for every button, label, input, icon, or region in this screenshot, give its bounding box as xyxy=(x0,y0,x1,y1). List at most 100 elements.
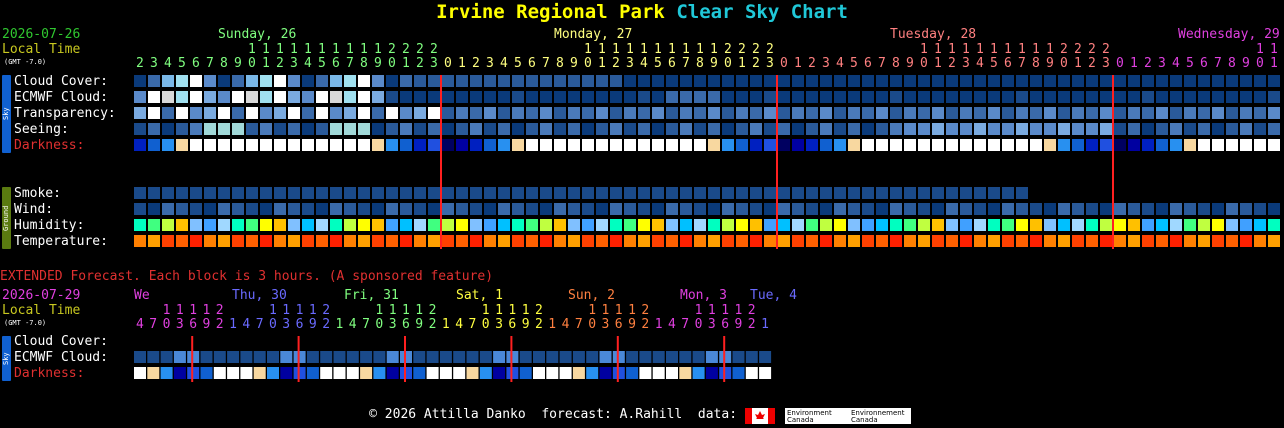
transparency-block xyxy=(1002,107,1014,119)
temperature-block xyxy=(806,235,818,247)
transparency-block xyxy=(680,107,692,119)
transparency-block xyxy=(890,107,902,119)
humidity-block xyxy=(218,219,230,231)
wind-block xyxy=(974,203,986,215)
environment-canada-logo[interactable]: Environment Canada Environnement Canada xyxy=(744,408,915,428)
temperature-block xyxy=(932,235,944,247)
ext-ecmwf-block xyxy=(519,351,532,363)
ext-darkness-block xyxy=(666,367,678,379)
wind-block xyxy=(946,203,958,215)
transparency-block xyxy=(498,107,510,119)
smoke-block xyxy=(848,187,860,199)
cloud-cover-block xyxy=(554,75,566,87)
ext-ecmwf-block xyxy=(732,351,745,363)
temperature-block xyxy=(736,235,748,247)
wind-block xyxy=(1002,203,1014,215)
ecmwf-cloud-block xyxy=(372,91,384,103)
transparency-block xyxy=(792,107,804,119)
transparency-block xyxy=(918,107,930,119)
logo-text-2: Canada xyxy=(787,416,814,424)
ext-darkness-block xyxy=(134,367,146,379)
cloud-cover-block xyxy=(260,75,272,87)
copyright: © 2026 Attilla Danko xyxy=(369,407,526,422)
seeing-block xyxy=(736,123,748,135)
cloud-cover-block xyxy=(764,75,776,87)
temperature-block xyxy=(638,235,650,247)
ext-ecmwf-block xyxy=(333,351,346,363)
ecmwf-cloud-block xyxy=(764,91,776,103)
darkness-block xyxy=(428,139,440,151)
darkness-block xyxy=(498,139,510,151)
smoke-block xyxy=(540,187,552,199)
darkness-block xyxy=(820,139,832,151)
seeing-block xyxy=(456,123,468,135)
humidity-block xyxy=(176,219,188,231)
smoke-block xyxy=(162,187,174,199)
wind-block xyxy=(960,203,972,215)
ext-ecmwf-block xyxy=(639,351,652,363)
smoke-block xyxy=(988,187,1000,199)
wind-block xyxy=(484,203,496,215)
ecmwf-cloud-block xyxy=(526,91,538,103)
ecmwf-cloud-block xyxy=(246,91,258,103)
transparency-block xyxy=(526,107,538,119)
seeing-block xyxy=(134,123,146,135)
darkness-block xyxy=(470,139,482,151)
darkness-block xyxy=(1114,139,1126,151)
humidity-block xyxy=(260,219,272,231)
temperature-block xyxy=(834,235,846,247)
seeing-block xyxy=(1156,123,1168,135)
ecmwf-cloud-block xyxy=(666,91,678,103)
ext-darkness-block xyxy=(705,367,718,379)
seeing-block xyxy=(974,123,986,135)
temperature-block xyxy=(442,235,454,247)
ext-darkness-block xyxy=(227,367,240,379)
seeing-block xyxy=(1030,123,1042,135)
smoke-block xyxy=(806,187,818,199)
cloud-cover-block xyxy=(722,75,734,87)
temperature-block xyxy=(694,235,706,247)
darkness-block xyxy=(190,139,202,151)
wind-block xyxy=(1072,203,1084,215)
ecmwf-cloud-block xyxy=(386,91,398,103)
seeing-block xyxy=(960,123,972,135)
cloud-cover-block xyxy=(512,75,524,87)
transparency-block xyxy=(946,107,958,119)
ecmwf-cloud-block xyxy=(1226,91,1238,103)
ext-darkness-block xyxy=(267,367,279,379)
humidity-block xyxy=(1114,219,1126,231)
cloud-cover-block xyxy=(1240,75,1252,87)
cloud-cover-block xyxy=(596,75,608,87)
ext-darkness-block xyxy=(426,367,439,379)
cloud-cover-block xyxy=(148,75,160,87)
humidity-block xyxy=(288,219,300,231)
wind-block xyxy=(554,203,566,215)
temperature-block xyxy=(456,235,468,247)
darkness-block xyxy=(1142,139,1154,151)
cloud-cover-block xyxy=(1114,75,1126,87)
seeing-block xyxy=(498,123,510,135)
seeing-block xyxy=(1268,123,1280,135)
transparency-block xyxy=(316,107,328,119)
wind-block xyxy=(1142,203,1154,215)
cloud-cover-block xyxy=(680,75,692,87)
cloud-cover-block xyxy=(1016,75,1028,87)
ecmwf-cloud-block xyxy=(1100,91,1112,103)
darkness-block xyxy=(218,139,230,151)
cloud-cover-block xyxy=(1226,75,1238,87)
ext-darkness-block xyxy=(346,367,359,379)
humidity-block xyxy=(1030,219,1042,231)
smoke-block xyxy=(484,187,496,199)
transparency-block xyxy=(708,107,720,119)
cloud-cover-block xyxy=(162,75,174,87)
forecast-credit: forecast: A.Rahill xyxy=(541,407,683,422)
transparency-block xyxy=(246,107,258,119)
transparency-block xyxy=(470,107,482,119)
seeing-block xyxy=(1044,123,1056,135)
humidity-block xyxy=(904,219,916,231)
transparency-block xyxy=(974,107,986,119)
transparency-block xyxy=(988,107,1000,119)
ext-darkness-block xyxy=(572,367,585,379)
temperature-block xyxy=(414,235,426,247)
ext-darkness-block xyxy=(320,367,333,379)
